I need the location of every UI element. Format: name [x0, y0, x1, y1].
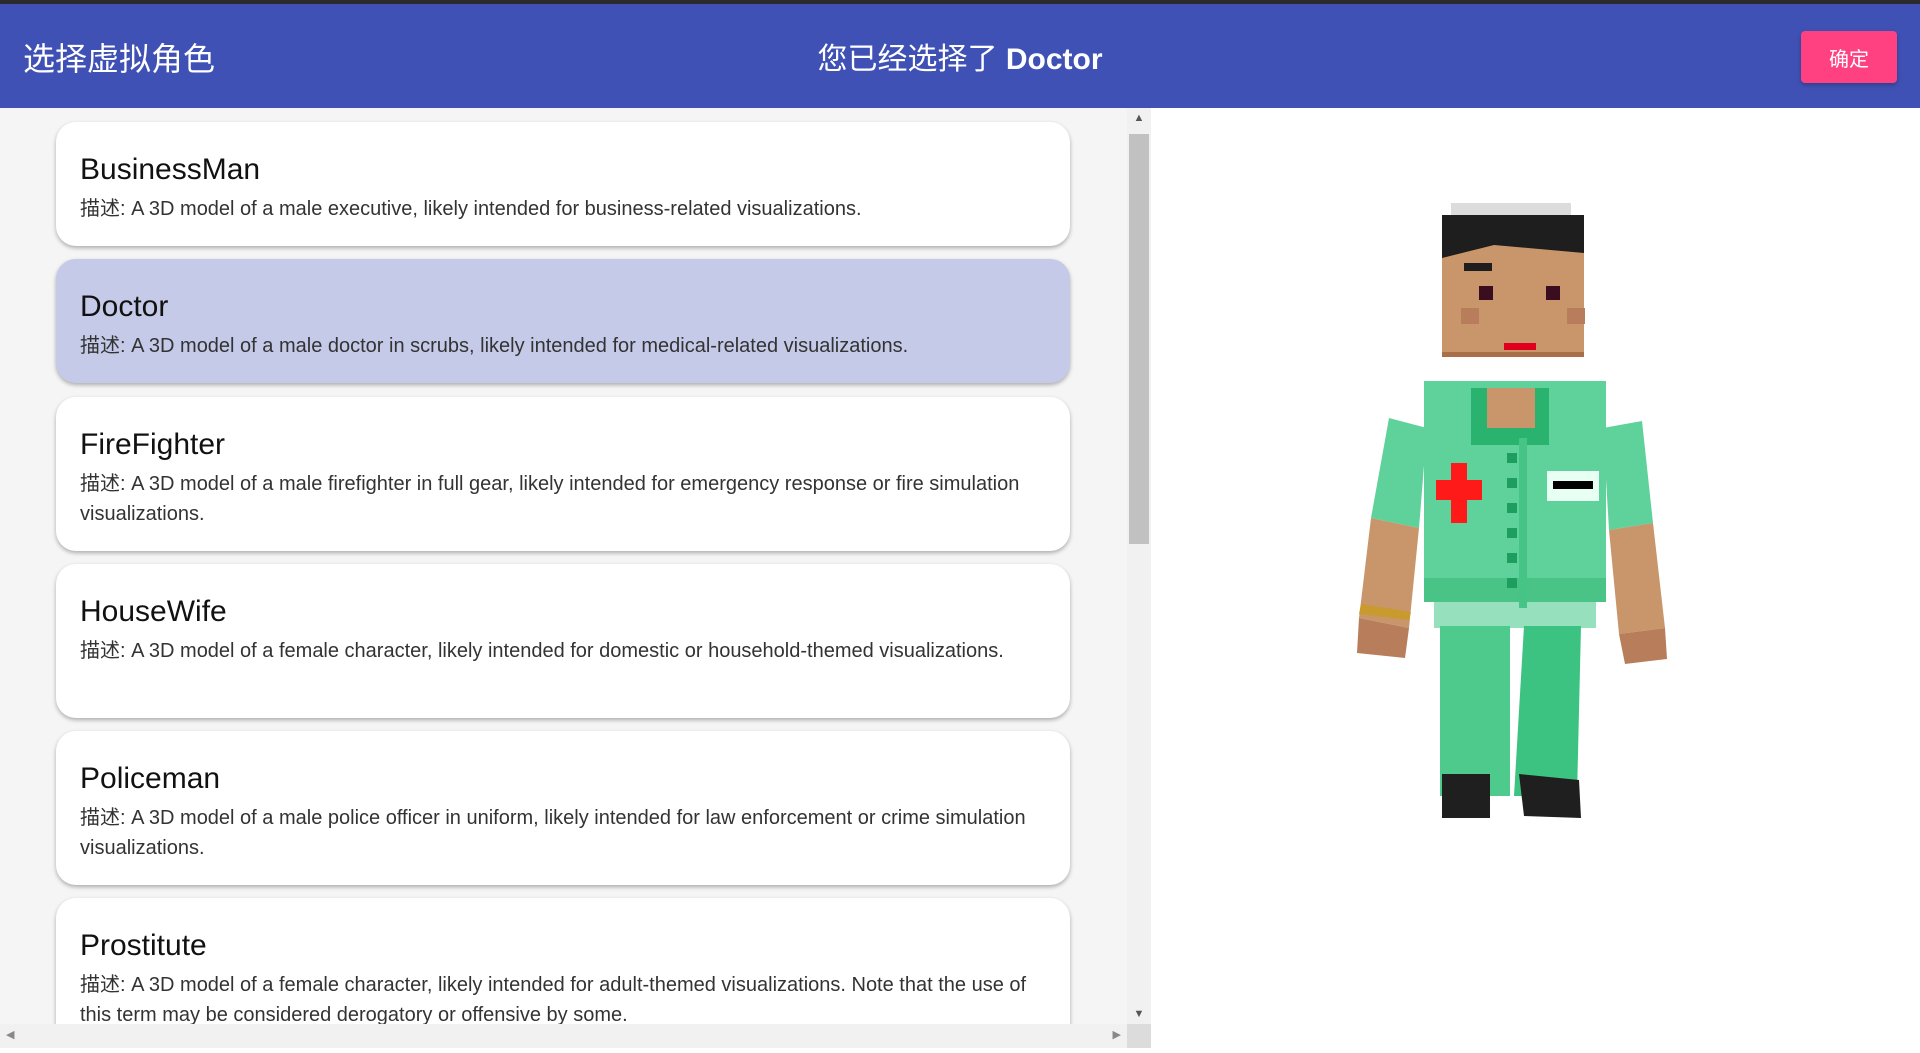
- selection-prefix: 您已经选择了: [817, 43, 1006, 76]
- list-vertical-scrollbar[interactable]: ▲ ▼: [1127, 108, 1151, 1024]
- scroll-down-arrow-icon[interactable]: ▼: [1127, 1008, 1151, 1020]
- character-description: 描述: A 3D model of a male executive, like…: [80, 198, 862, 220]
- doctor-model-preview: [1357, 203, 1667, 818]
- character-name: Policeman: [80, 762, 221, 795]
- character-name: FireFighter: [80, 428, 226, 461]
- selected-character-name: Doctor: [1005, 43, 1103, 76]
- scrollbar-thumb[interactable]: [1129, 134, 1149, 544]
- scroll-up-arrow-icon[interactable]: ▲: [1127, 112, 1151, 124]
- character-name: Prostitute: [80, 929, 207, 962]
- character-card-firefighter[interactable]: FireFighter 描述: A 3D model of a male fir…: [56, 397, 1070, 551]
- character-description: 描述: A 3D model of a female character, li…: [80, 640, 1004, 662]
- list-horizontal-scrollbar[interactable]: ◀ ▶: [0, 1024, 1127, 1048]
- character-card-doctor[interactable]: Doctor 描述: A 3D model of a male doctor i…: [56, 259, 1070, 383]
- model-viewer[interactable]: [1151, 108, 1920, 1048]
- selection-status: 您已经选择了 Doctor: [0, 34, 1920, 78]
- scrollbar-corner: [1127, 1024, 1151, 1048]
- character-card-housewife[interactable]: HouseWife 描述: A 3D model of a female cha…: [56, 564, 1070, 718]
- character-card-policeman[interactable]: Policeman 描述: A 3D model of a male polic…: [56, 731, 1070, 885]
- character-description: 描述: A 3D model of a male doctor in scrub…: [80, 335, 909, 357]
- character-name: HouseWife: [80, 595, 227, 628]
- character-description: 描述: A 3D model of a female character, li…: [80, 974, 1027, 1026]
- scroll-left-arrow-icon[interactable]: ◀: [6, 1028, 14, 1041]
- app-header: 选择虚拟角色 您已经选择了 Doctor 确定: [0, 0, 1920, 108]
- scroll-right-arrow-icon[interactable]: ▶: [1113, 1028, 1121, 1041]
- character-name: BusinessMan: [80, 153, 261, 186]
- character-description: 描述: A 3D model of a male firefighter in …: [80, 473, 1020, 525]
- character-list[interactable]: BusinessMan 描述: A 3D model of a male exe…: [0, 108, 1127, 1048]
- character-name: Doctor: [80, 290, 169, 323]
- confirm-button[interactable]: 确定: [1801, 31, 1897, 83]
- character-card-businessman[interactable]: BusinessMan 描述: A 3D model of a male exe…: [56, 122, 1070, 246]
- character-description: 描述: A 3D model of a male police officer …: [80, 807, 1026, 859]
